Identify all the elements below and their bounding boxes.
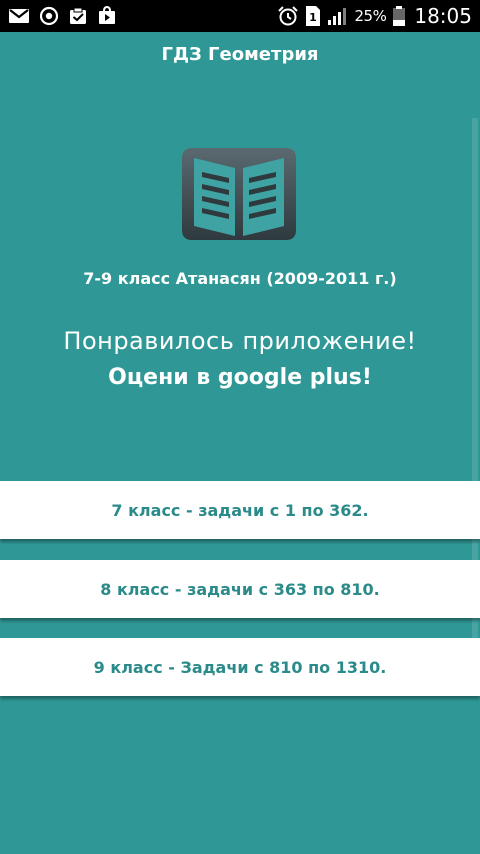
gmail-icon	[8, 7, 30, 25]
edition-label: 7-9 класс Атанасян (2009-2011 г.)	[83, 269, 397, 288]
open-book-icon	[178, 144, 300, 248]
sim-icon: 1	[305, 5, 321, 27]
status-clock: 18:05	[414, 4, 472, 28]
alarm-icon	[277, 5, 299, 27]
grade-7-button[interactable]: 7 класс - задачи с 1 по 362.	[0, 481, 480, 539]
clipboard-check-icon	[68, 6, 88, 26]
battery-icon	[392, 5, 406, 27]
rate-google-plus-link[interactable]: Оцени в google plus!	[0, 365, 480, 390]
grade-8-label: 8 класс - задачи с 363 по 810.	[100, 579, 380, 599]
grade-7-label: 7 класс - задачи с 1 по 362.	[111, 500, 369, 520]
shopping-bag-icon	[97, 6, 117, 26]
app-title: ГДЗ Геометрия	[161, 44, 319, 65]
grade-9-button[interactable]: 9 класс - Задачи с 810 по 1310.	[0, 638, 480, 696]
sync-icon	[39, 6, 59, 26]
svg-text:1: 1	[309, 11, 317, 24]
status-bar: 1 25% 18:05	[0, 0, 480, 32]
grade-9-label: 9 класс - Задачи с 810 по 1310.	[93, 657, 387, 677]
rate-prompt-line1: Понравилось приложение!	[63, 327, 417, 355]
status-left-icons	[8, 6, 117, 26]
grade-8-button[interactable]: 8 класс - задачи с 363 по 810.	[0, 560, 480, 618]
battery-percent: 25%	[354, 7, 387, 25]
status-right-icons: 1 25% 18:05	[277, 0, 472, 32]
signal-icon	[327, 5, 349, 27]
